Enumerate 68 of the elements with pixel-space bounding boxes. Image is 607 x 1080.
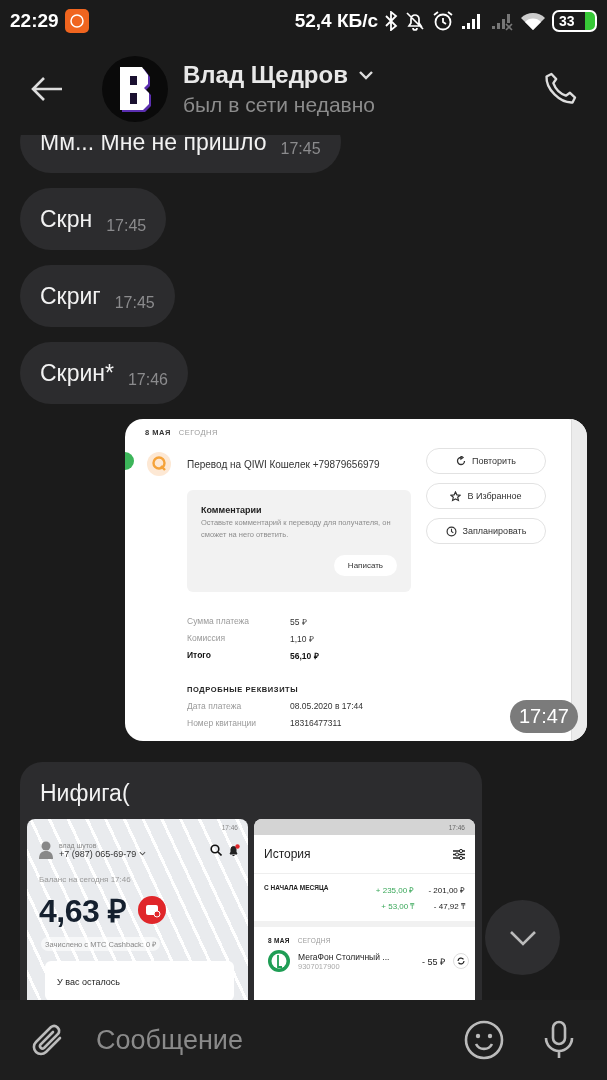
- operator-logo-icon: [268, 950, 290, 972]
- chevron-down-icon: [508, 929, 537, 946]
- card-title: У вас осталось: [57, 977, 120, 987]
- contact-name[interactable]: Влад Щедров: [183, 60, 348, 89]
- screenshot-message[interactable]: [125, 419, 587, 741]
- balance-amount: 4,63 ₽: [39, 892, 127, 931]
- clock-icon: [445, 525, 457, 537]
- transfer-title: Перевод на QIWI Кошелек +79879656979: [187, 457, 381, 472]
- battery-indicator: 33: [552, 10, 597, 32]
- bell-off-icon: [404, 10, 426, 32]
- bell-icon: [228, 843, 240, 857]
- emoji-icon: [464, 1020, 504, 1060]
- sum-value: 1,10 ₽: [290, 633, 315, 644]
- bluetooth-icon: [384, 11, 398, 31]
- no-signal-icon: [490, 11, 514, 31]
- back-button[interactable]: [30, 74, 64, 103]
- message-time: 17:46: [127, 371, 168, 389]
- sum-label: Комиссия: [187, 633, 227, 644]
- action-button[interactable]: Повторить: [426, 448, 546, 474]
- back-arrow-icon: [30, 74, 64, 103]
- message-text: Скрн: [40, 205, 93, 233]
- total-amount: + 53,00 ₸: [380, 901, 415, 911]
- search-icon: [210, 844, 222, 856]
- sum-value: 55 ₽: [290, 616, 308, 627]
- person-icon: [39, 841, 53, 859]
- message-time: 17:45: [114, 294, 155, 312]
- emoji-button[interactable]: [464, 1020, 504, 1060]
- history-title: История: [264, 847, 311, 861]
- sum-label: Итого: [187, 650, 212, 661]
- wallet-icon: [138, 895, 167, 924]
- balance-label: Баланс на сегодня 17:46: [38, 874, 132, 884]
- message-time: 17:47: [509, 700, 578, 733]
- network-speed: 52,4 КБ/с: [294, 10, 378, 32]
- action-button[interactable]: В Избранное: [426, 483, 546, 509]
- chevron-down-icon: [357, 69, 374, 80]
- phone-number: +7 (987) 065-69-79: [59, 848, 137, 859]
- star-icon: [450, 490, 462, 502]
- write-button[interactable]: Написать: [333, 555, 397, 576]
- total-amount: + 235,00 ₽: [375, 885, 415, 895]
- recorder-icon: [64, 9, 89, 33]
- alarm-icon: [432, 10, 454, 32]
- detail-value: 18316477311: [290, 718, 343, 728]
- action-button[interactable]: Запланировать: [426, 518, 546, 544]
- detail-label: Номер квитанции: [187, 718, 258, 728]
- wifi-icon: [520, 11, 546, 31]
- sum-label: Сумма платежа: [187, 616, 250, 627]
- avatar: [102, 55, 168, 122]
- comment-title: Комментарии: [201, 505, 263, 515]
- repeat-icon: [453, 953, 469, 969]
- clock: 22:29: [10, 10, 59, 32]
- total-amount: - 201,00 ₽: [428, 885, 465, 895]
- message-input[interactable]: Сообщение: [96, 1020, 464, 1060]
- filter-icon: [453, 848, 465, 860]
- refresh-icon: [456, 456, 467, 466]
- detail-label: Дата платежа: [187, 701, 243, 711]
- operation-amount: - 55 ₽: [422, 955, 445, 968]
- chevron-down-icon: [139, 851, 147, 856]
- message-text: Нифига(: [39, 780, 131, 807]
- total-amount: - 47,92 ₸: [432, 901, 465, 911]
- message-time: 17:45: [106, 217, 147, 235]
- detail-value: 08.05.2020 в 17:44: [290, 701, 365, 711]
- contact-status: был в сети недавно: [183, 92, 377, 117]
- wallet-logo-icon: [147, 452, 171, 476]
- message-text: Скрин*: [40, 359, 114, 387]
- sum-value: 56,10 ₽: [290, 650, 320, 661]
- message-text: Скриг: [40, 282, 101, 310]
- message-time: 17:45: [280, 140, 321, 158]
- operation-name: МегаФон Столичный ...: [298, 951, 391, 962]
